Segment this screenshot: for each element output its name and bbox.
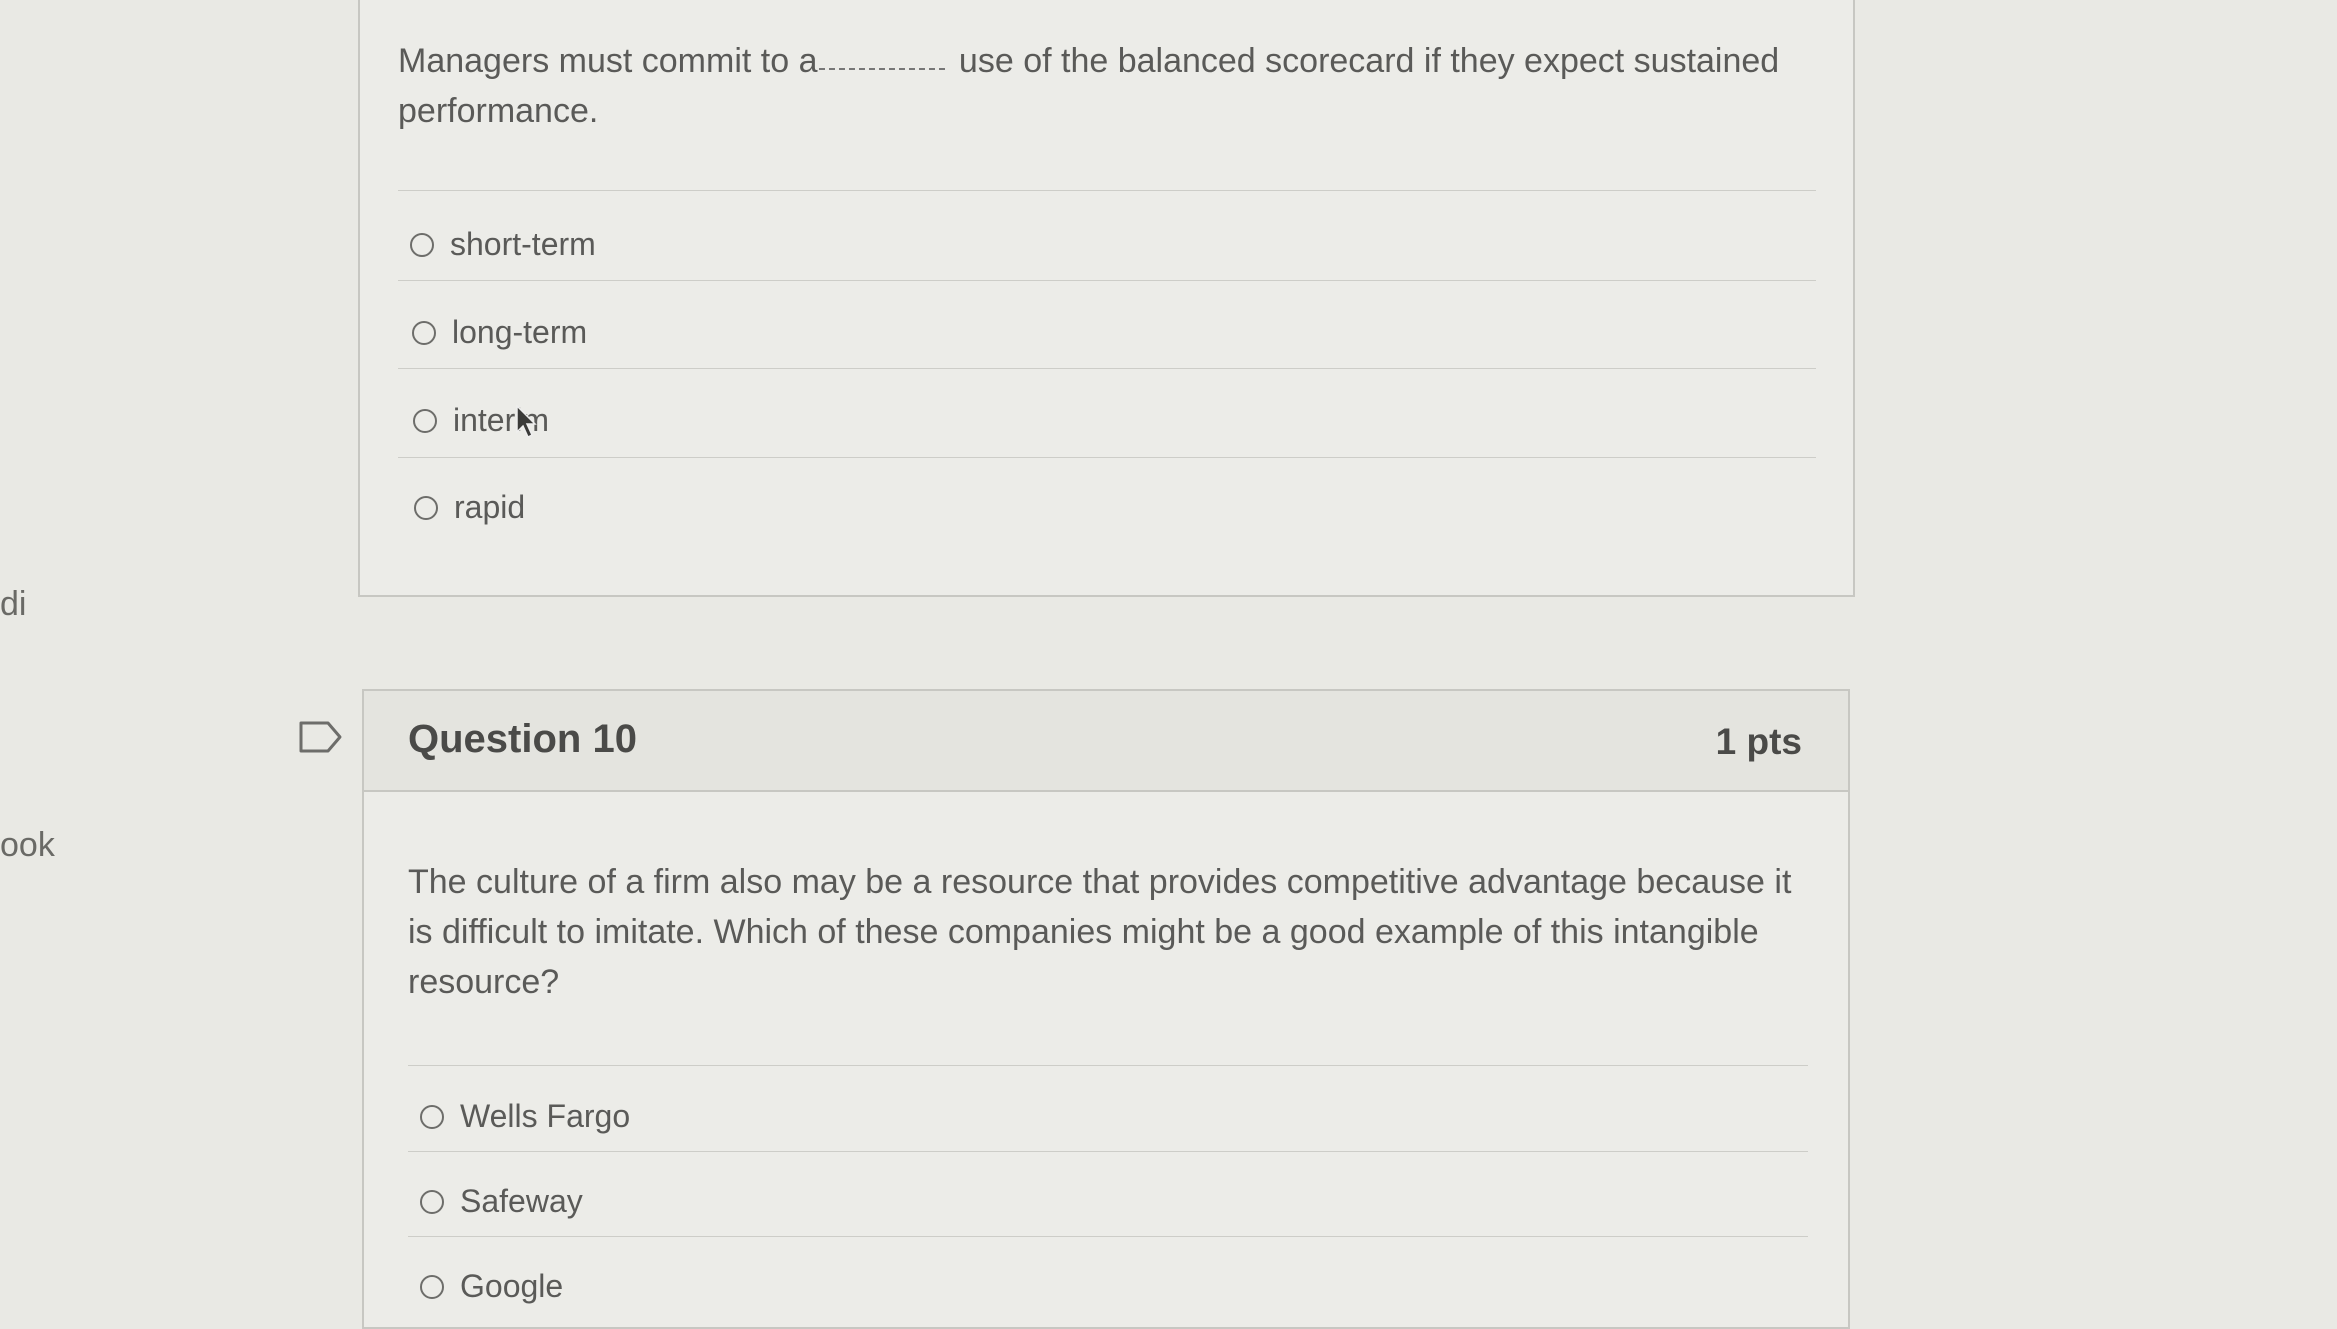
flag-outline-icon[interactable] bbox=[298, 720, 344, 754]
answer-option-wells-fargo[interactable]: Wells Fargo bbox=[420, 1098, 630, 1135]
radio-unselected-icon[interactable] bbox=[414, 495, 438, 520]
question-9-text: Managers must commit to a use of the bal… bbox=[398, 36, 1818, 136]
sidebar-fragment-di: di bbox=[0, 585, 27, 623]
divider bbox=[398, 190, 1816, 191]
answer-option-rapid[interactable]: rapid bbox=[414, 489, 525, 526]
radio-unselected-icon[interactable] bbox=[420, 1274, 444, 1299]
answer-option-label: short-term bbox=[450, 226, 596, 262]
answer-option-short-term[interactable]: short-term bbox=[410, 226, 596, 263]
question-10-text: The culture of a firm also may be a reso… bbox=[408, 863, 1792, 1001]
answer-option-label: Safeway bbox=[460, 1183, 583, 1219]
radio-unselected-icon[interactable] bbox=[420, 1189, 444, 1214]
radio-unselected-icon[interactable] bbox=[412, 320, 436, 345]
radio-unselected-icon[interactable] bbox=[420, 1104, 444, 1129]
divider bbox=[398, 280, 1816, 281]
sidebar-fragment-ook: ook bbox=[0, 826, 55, 864]
question-9-text-before: Managers must commit to a bbox=[398, 42, 818, 80]
answer-option-label: rapid bbox=[454, 489, 526, 525]
radio-unselected-icon[interactable] bbox=[410, 232, 434, 257]
divider bbox=[408, 1151, 1808, 1152]
answer-option-label: long-term bbox=[452, 314, 588, 350]
divider bbox=[398, 457, 1816, 458]
divider bbox=[398, 368, 1816, 369]
question-9-card: Managers must commit to a use of the bal… bbox=[358, 0, 1855, 597]
divider bbox=[408, 1065, 1808, 1066]
question-10-card: Question 10 1 pts The culture of a firm … bbox=[362, 689, 1850, 1329]
question-header: Question 10 1 pts bbox=[364, 691, 1848, 792]
question-points: 1 pts bbox=[1715, 721, 1802, 762]
answer-option-google[interactable]: Google bbox=[420, 1268, 563, 1305]
answer-option-label: Google bbox=[460, 1268, 564, 1304]
answer-option-safeway[interactable]: Safeway bbox=[420, 1183, 583, 1220]
radio-unselected-icon[interactable] bbox=[413, 408, 437, 433]
answer-option-label: Wells Fargo bbox=[460, 1098, 631, 1134]
mouse-pointer-icon bbox=[516, 404, 537, 439]
fill-in-blank bbox=[819, 68, 946, 70]
question-title: Question 10 bbox=[408, 717, 637, 761]
divider bbox=[408, 1236, 1808, 1237]
answer-option-long-term[interactable]: long-term bbox=[412, 314, 587, 351]
